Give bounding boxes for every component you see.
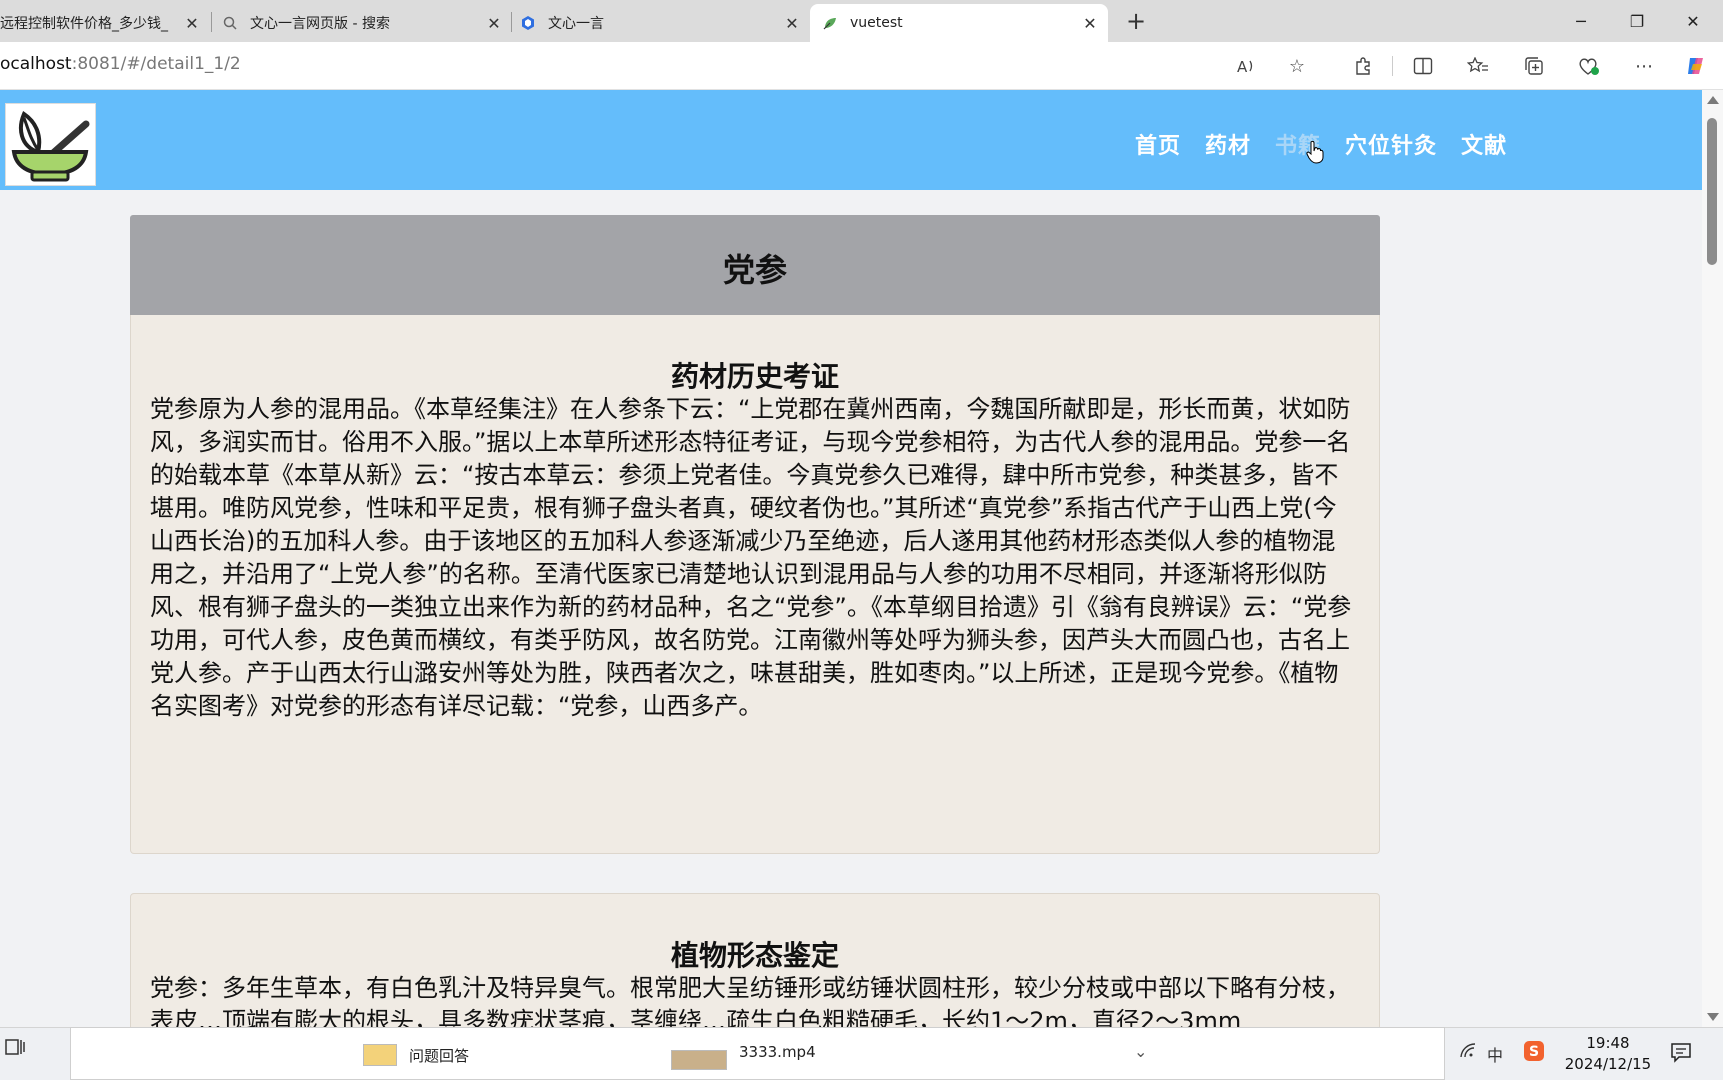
url-host: ocalhost	[0, 54, 72, 74]
url-path: :8081/#/detail1_1/2	[71, 54, 241, 74]
nav-acupuncture[interactable]: 穴位针灸	[1345, 128, 1437, 160]
system-clock[interactable]: 19:48 2024/12/15	[1563, 1033, 1653, 1075]
nav-herbs[interactable]: 药材	[1205, 128, 1251, 160]
preview-item-video[interactable]: 3333.mp4	[671, 1034, 816, 1070]
section-body: 党参原为人参的混用品。《本草经集注》在人参条下云：“上党郡在冀州西南，今魏国所献…	[150, 395, 1352, 720]
tab-remote-control[interactable]: 远程控制软件价格_多少钱_ ✕	[0, 4, 208, 42]
clock-date: 2024/12/15	[1564, 1055, 1652, 1073]
new-tab-button[interactable]: +	[1123, 6, 1149, 36]
close-window-icon[interactable]: ✕	[1665, 0, 1721, 42]
search-icon	[222, 15, 238, 31]
favorites-icon[interactable]	[1462, 50, 1494, 82]
page-title: 党参	[722, 251, 787, 289]
close-icon[interactable]: ✕	[782, 14, 802, 33]
site-header: 首页 药材 书籍 穴位针灸 文献	[0, 90, 1702, 190]
taskbar-preview-popup: 问题回答 3333.mp4 ⌄	[70, 1027, 1445, 1080]
page-viewport: 首页 药材 书籍 穴位针灸 文献 党参 药材历史考证 党参原为人参的混用品。《本…	[0, 90, 1702, 1027]
mortar-pestle-logo-icon[interactable]	[5, 103, 96, 186]
sogou-ime-icon[interactable]: S	[1523, 1040, 1545, 1066]
toolbar-separator	[1392, 56, 1393, 76]
scroll-up-icon[interactable]	[1707, 96, 1719, 104]
minimize-icon[interactable]: ─	[1553, 0, 1609, 42]
tab-wenxin[interactable]: 文心一言 ✕	[520, 4, 810, 42]
tab-title: 远程控制软件价格_多少钱_	[0, 16, 168, 32]
preview-item-label: 3333.mp4	[739, 1043, 816, 1061]
nav-home[interactable]: 首页	[1135, 128, 1181, 160]
section-heading: 药材历史考证	[670, 360, 839, 393]
section-body: 党参：多年生草本，有白色乳汁及特异臭气。根常肥大呈纺锤形或纺锤状圆柱形，较少分枝…	[150, 974, 1350, 1027]
more-options-icon[interactable]: ⋯	[1628, 50, 1660, 82]
svg-text:A: A	[1237, 58, 1248, 75]
folder-thumbnail-icon	[363, 1044, 397, 1066]
scroll-thumb[interactable]	[1707, 118, 1717, 265]
address-bar: ocalhost:8081/#/detail1_1/2 A ☆ ⋯	[0, 42, 1723, 90]
tab-separator	[511, 12, 512, 32]
history-section: 药材历史考证 党参原为人参的混用品。《本草经集注》在人参条下云：“上党郡在冀州西…	[130, 315, 1380, 854]
wenxin-icon	[520, 15, 536, 31]
tab-separator	[211, 12, 212, 32]
split-screen-icon[interactable]	[1407, 50, 1439, 82]
browser-essentials-icon[interactable]	[1573, 50, 1605, 82]
video-thumbnail-icon	[671, 1050, 727, 1070]
tab-title: 文心一言网页版 - 搜索	[250, 16, 390, 32]
extensions-icon[interactable]	[1347, 50, 1379, 82]
wifi-icon[interactable]	[1459, 1042, 1477, 1062]
scroll-down-icon[interactable]	[1707, 1013, 1719, 1021]
morphology-section: 植物形态鉴定 党参：多年生草本，有白色乳汁及特异臭气。根常肥大呈纺锤形或纺锤状圆…	[130, 893, 1380, 1027]
preview-item-answer[interactable]: 问题回答	[363, 1044, 469, 1066]
tab-title: vuetest	[850, 15, 903, 31]
url-field[interactable]: ocalhost:8081/#/detail1_1/2	[0, 54, 241, 74]
favorite-star-icon[interactable]: ☆	[1281, 50, 1313, 82]
tab-strip: 远程控制软件价格_多少钱_ ✕ 文心一言网页版 - 搜索 ✕ 文心一言 ✕ vu…	[0, 0, 1723, 42]
notification-icon[interactable]	[1670, 1041, 1694, 1065]
chevron-down-icon[interactable]: ⌄	[1134, 1042, 1147, 1061]
clock-time: 19:48	[1586, 1034, 1630, 1052]
task-view-icon[interactable]	[0, 1036, 30, 1072]
tab-wenxin-search[interactable]: 文心一言网页版 - 搜索 ✕	[222, 4, 512, 42]
preview-item-label: 问题回答	[409, 1046, 470, 1065]
hand-cursor-icon	[1306, 140, 1324, 164]
tab-vuetest[interactable]: vuetest ✕	[810, 4, 1108, 42]
read-aloud-icon[interactable]: A	[1230, 50, 1262, 82]
close-icon[interactable]: ✕	[484, 14, 504, 33]
svg-text:S: S	[1529, 1044, 1539, 1060]
copilot-icon[interactable]	[1680, 50, 1712, 82]
nav-literature[interactable]: 文献	[1461, 128, 1507, 160]
tab-title: 文心一言	[548, 16, 604, 32]
close-icon[interactable]: ✕	[182, 14, 202, 33]
ime-indicator[interactable]: 中	[1487, 1042, 1503, 1066]
restore-icon[interactable]: ❐	[1609, 0, 1665, 42]
collections-icon[interactable]	[1518, 50, 1550, 82]
leaf-icon	[822, 15, 838, 31]
close-icon[interactable]: ✕	[1080, 14, 1100, 33]
vertical-scrollbar[interactable]	[1702, 90, 1723, 1027]
herb-title-banner: 党参	[130, 215, 1380, 316]
section-heading: 植物形态鉴定	[670, 939, 839, 972]
